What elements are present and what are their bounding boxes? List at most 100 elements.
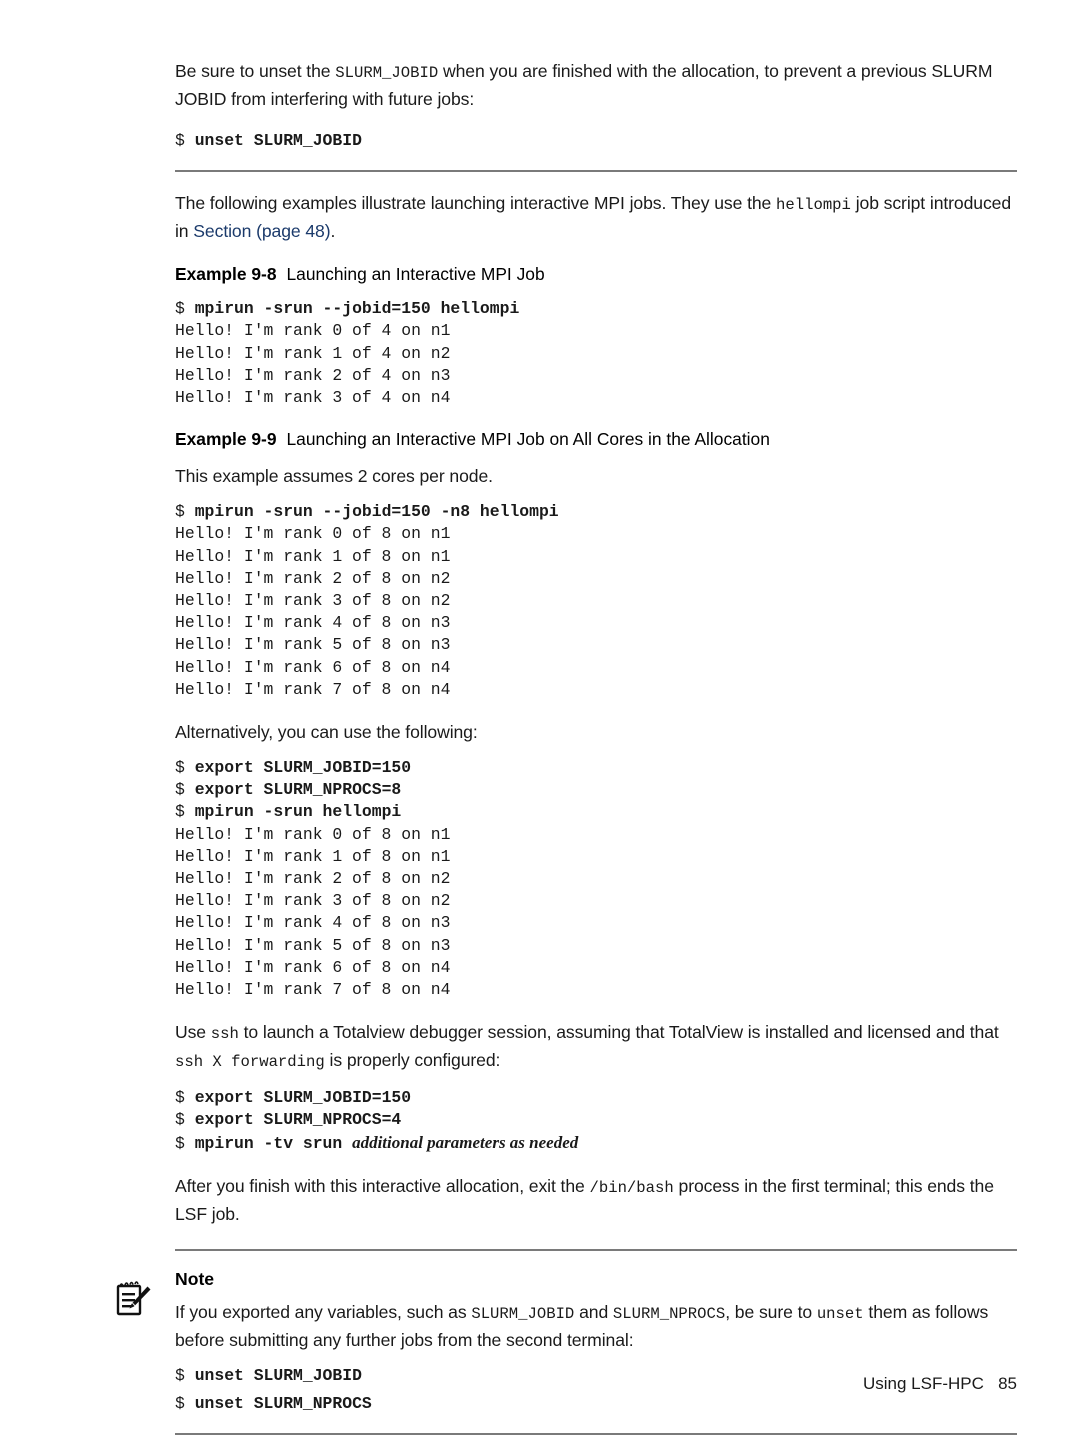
output-line: Hello! I'm rank 4 of 8 on n3 [175,613,451,633]
code-line: $ export SLURM_JOBID=150 [175,757,1017,779]
page-reference-link[interactable]: (page 48) [256,221,331,241]
output-line: Hello! I'm rank 7 of 8 on n4 [175,980,451,1000]
shell-prompt: $ [175,1394,195,1414]
note-unset-nprocs-command: unset SLURM_NPROCS [194,1394,372,1414]
totalview-command-placeholder: additional parameters as needed [352,1132,579,1152]
output-line: Hello! I'm rank 3 of 8 on n2 [175,891,451,911]
shell-prompt: $ [175,1110,195,1130]
totalview-export-nprocs: export SLURM_NPROCS=4 [194,1110,402,1130]
output-line: Hello! I'm rank 0 of 8 on n1 [175,824,451,844]
alternative-command: mpirun -srun hellompi [194,802,402,822]
example-9-8-title: Launching an Interactive MPI Job [286,264,545,285]
example-9-9-code-block: $ mpirun -srun --jobid=150 -n8 hellompi H… [175,501,1017,701]
output-line: Hello! I'm rank 0 of 4 on n1 [175,321,451,341]
example-9-9-title: Launching an Interactive MPI Job on All … [286,429,770,450]
example-9-9-command: mpirun -srun --jobid=150 -n8 hellompi [194,502,559,522]
document-page: Be sure to unset the SLURM_JOBID when yo… [0,0,1080,1438]
code-line: $ mpirun -tv srun additional parameters … [175,1132,1017,1155]
totalview-code-block: $ export SLURM_JOBID=150 $ export SLURM_N… [175,1087,1017,1155]
code-line: $ unset SLURM_NPROCS [175,1393,1017,1415]
output-line: Hello! I'm rank 5 of 8 on n3 [175,935,451,955]
page-footer: Using LSF-HPC 85 [863,1374,1017,1394]
section-link[interactable]: Section [193,221,251,241]
ssh-code: ssh [210,1025,239,1044]
note-title: Note [175,1268,215,1289]
shell-prompt: $ [175,299,195,319]
code-line: $ mpirun -srun --jobid=150 hellompi [175,298,1017,320]
totalview-text-part3: is properly configured: [324,1050,501,1071]
alternative-command: export SLURM_NPROCS=8 [194,780,402,800]
note-body-paragraph: If you exported any variables, such as S… [175,1299,1017,1353]
output-line: Hello! I'm rank 1 of 4 on n2 [175,343,451,363]
output-line: Hello! I'm rank 5 of 8 on n3 [175,635,451,655]
example-9-9-caption: Example 9-9 Launching an Interactive MPI … [175,427,1017,451]
example-9-8-caption: Example 9-8 Launching an Interactive MPI … [175,262,1017,286]
output-line: Hello! I'm rank 4 of 8 on n3 [175,913,451,933]
intro-paragraph: Be sure to unset the SLURM_JOBID when yo… [175,58,1017,112]
output-line: Hello! I'm rank 1 of 8 on n1 [175,546,451,566]
output-line: Hello! I'm rank 1 of 8 on n1 [175,846,451,866]
shell-prompt: $ [175,131,195,150]
code-line: $ export SLURM_JOBID=150 [175,1087,1017,1109]
totalview-text-part2: to launch a Totalview debugger session, … [238,1022,999,1043]
output-line: Hello! I'm rank 2 of 8 on n2 [175,568,451,588]
totalview-text-part1: Use [175,1022,211,1043]
note-slurm-nprocs-code: SLURM_NPROCS [612,1304,726,1323]
intro-text-part1: Be sure to unset the [175,61,336,81]
note-unset-code: unset [816,1304,864,1323]
output-line: Hello! I'm rank 2 of 4 on n3 [175,365,451,385]
output-line: Hello! I'm rank 3 of 8 on n2 [175,591,451,611]
after-text-part1: After you finish with this interactive a… [175,1175,590,1196]
page-number: 85 [998,1374,1017,1393]
examples-intro-paragraph: The following examples illustrate launch… [175,190,1017,244]
unset-jobid-command: unset SLURM_JOBID [194,131,362,150]
footer-label: Using LSF-HPC [862,1374,984,1393]
shell-prompt: $ [175,758,195,778]
note-unset-jobid-command: unset SLURM_JOBID [194,1365,362,1385]
code-line: $ export SLURM_NPROCS=4 [175,1109,1017,1131]
note-pad-pencil-icon [114,1279,154,1321]
output-line: Hello! I'm rank 6 of 8 on n4 [175,957,451,977]
example-9-9-label: Example 9-9 [175,429,277,450]
totalview-export-jobid: export SLURM_JOBID=150 [194,1088,412,1108]
output-line: Hello! I'm rank 3 of 4 on n4 [175,388,451,408]
note-text-part1: If you exported any variables, such as [175,1301,472,1322]
note-text-part2: and [574,1301,613,1322]
note-text-part3: , be sure to [725,1301,817,1322]
code-line: $ export SLURM_NPROCS=8 [175,779,1017,801]
page-content: Be sure to unset the SLURM_JOBID when yo… [116,58,1017,1438]
output-line: Hello! I'm rank 6 of 8 on n4 [175,657,451,677]
alternative-lead-in: Alternatively, you can use the following… [175,722,478,743]
code-line: $ mpirun -srun hellompi [175,801,1017,823]
footer-spacer [984,1374,998,1393]
example-9-8-label: Example 9-8 [175,264,277,285]
example-9-8-code-block: $ mpirun -srun --jobid=150 hellompi Hello… [175,298,1017,409]
example-9-8-command: mpirun -srun --jobid=150 hellompi [194,299,520,319]
bin-bash-code: /bin/bash [589,1178,674,1197]
after-allocation-paragraph: After you finish with this interactive a… [175,1173,1017,1227]
alternative-code-block: $ export SLURM_JOBID=150 $ export SLURM_N… [175,757,1017,1001]
slurm-jobid-code: SLURM_JOBID [335,64,439,82]
output-line: Hello! I'm rank 0 of 8 on n1 [175,524,451,544]
shell-prompt: $ [175,1133,195,1153]
examples-intro-end: . [330,221,336,242]
shell-prompt: $ [175,1365,195,1385]
unset-jobid-command-block: $ unset SLURM_JOBID [175,130,1017,152]
